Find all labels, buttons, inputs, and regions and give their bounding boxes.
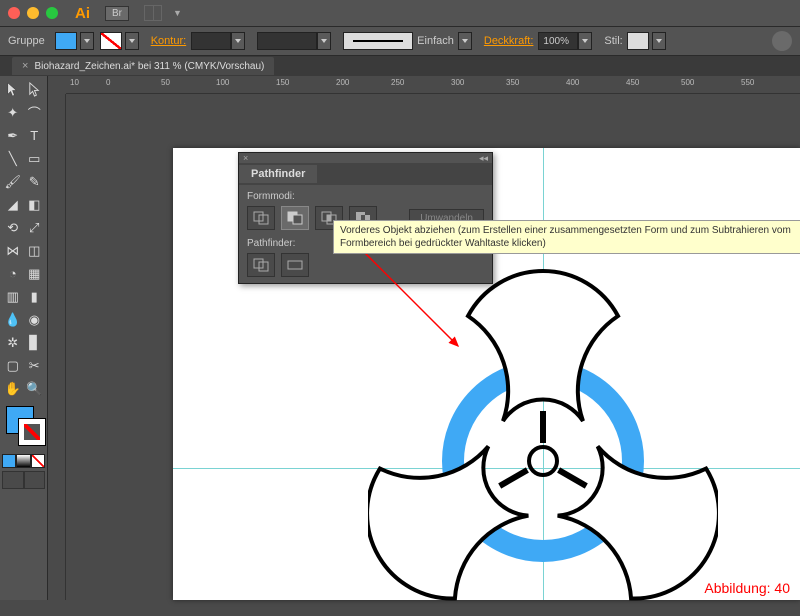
brush-dropdown[interactable] [317, 32, 331, 50]
stroke-dropdown[interactable] [125, 32, 139, 50]
document-tab-bar: × Biohazard_Zeichen.ai* bei 311 % (CMYK/… [0, 56, 800, 76]
opacity-input[interactable] [538, 32, 578, 50]
pen-tool[interactable]: ✒ [2, 124, 24, 147]
color-mode-solid[interactable] [2, 454, 16, 468]
unite-button[interactable] [247, 206, 275, 230]
screen-mode-dropdown[interactable] [24, 471, 46, 489]
dropdown-caret-icon[interactable]: ▼ [173, 8, 182, 18]
perspective-tool[interactable]: ▦ [24, 262, 46, 285]
opacity-dropdown[interactable] [578, 32, 592, 50]
panel-collapse-icon[interactable]: ◂◂ [479, 153, 488, 163]
rotate-tool[interactable]: ⟲ [2, 216, 24, 239]
stroke-style-preview[interactable] [343, 32, 413, 50]
panel-close-icon[interactable]: × [243, 153, 248, 163]
stroke-style-label: Einfach [417, 35, 454, 47]
screen-mode-normal[interactable] [2, 471, 24, 489]
direct-selection-tool[interactable] [24, 78, 46, 101]
gradient-tool[interactable]: ▮ [24, 285, 46, 308]
eyedropper-tool[interactable]: 💧 [2, 308, 24, 331]
magic-wand-tool[interactable]: ✦ [2, 101, 24, 124]
slice-tool[interactable]: ✂ [24, 354, 46, 377]
tools-panel: ✦⌒ ✒T ╲▭ 🖌✎ ◢◧ ⟲⤢ ⋈◫ ◔▦ ▥▮ 💧◉ ✲▊ ▢✂ ✋🔍 [0, 76, 48, 600]
maximize-window-button[interactable] [46, 7, 58, 19]
vertical-ruler[interactable] [48, 94, 66, 600]
opacity-label[interactable]: Deckkraft: [484, 35, 534, 47]
horizontal-ruler[interactable]: 10 0 50 100 150 200 250 300 350 400 450 … [66, 76, 800, 94]
zoom-tool[interactable]: 🔍 [24, 377, 46, 400]
stroke-swatch[interactable] [100, 32, 122, 50]
color-mode-none[interactable] [31, 454, 45, 468]
style-label: Stil: [604, 35, 622, 47]
lasso-tool[interactable]: ⌒ [24, 101, 46, 124]
selection-type-label: Gruppe [8, 35, 45, 47]
rectangle-tool[interactable]: ▭ [24, 147, 46, 170]
shape-builder-tool[interactable]: ◔ [2, 262, 24, 285]
graph-tool[interactable]: ▊ [24, 331, 46, 354]
style-swatch[interactable] [627, 32, 649, 50]
globe-icon[interactable] [772, 31, 792, 51]
stroke-width-dropdown[interactable] [231, 32, 245, 50]
eraser-tool[interactable]: ◧ [24, 193, 46, 216]
paintbrush-tool[interactable]: 🖌 [2, 170, 24, 193]
pencil-tool[interactable]: ✎ [24, 170, 46, 193]
tab-close-icon[interactable]: × [22, 60, 28, 72]
close-window-button[interactable] [8, 7, 20, 19]
window-titlebar: Ai Br ▼ [0, 0, 800, 26]
fill-dropdown[interactable] [80, 32, 94, 50]
annotation-arrow-icon [353, 241, 473, 361]
stroke-width-input[interactable] [191, 32, 231, 50]
fill-stroke-indicator[interactable] [2, 404, 45, 452]
artboard-tool[interactable]: ▢ [2, 354, 24, 377]
tooltip: Vorderes Objekt abziehen (zum Erstellen … [333, 220, 800, 254]
selection-tool[interactable] [2, 78, 24, 101]
brush-preview[interactable] [257, 32, 317, 50]
app-logo-icon: Ai [75, 5, 90, 22]
type-tool[interactable]: T [24, 124, 46, 147]
color-mode-gradient[interactable] [16, 454, 30, 468]
minus-front-button[interactable] [281, 206, 309, 230]
hand-tool[interactable]: ✋ [2, 377, 24, 400]
width-tool[interactable]: ⋈ [2, 239, 24, 262]
kontur-label[interactable]: Kontur: [151, 35, 186, 47]
shape-modes-label: Formmodi: [247, 191, 484, 202]
blend-tool[interactable]: ◉ [24, 308, 46, 331]
stroke-color-icon[interactable] [18, 418, 46, 446]
style-dropdown[interactable] [652, 32, 666, 50]
line-tool[interactable]: ╲ [2, 147, 24, 170]
pathfinder-tab[interactable]: Pathfinder [239, 165, 317, 183]
control-bar: Gruppe Kontur: Einfach Deckkraft: Stil: [0, 26, 800, 56]
tab-title: Biohazard_Zeichen.ai* bei 311 % (CMYK/Vo… [34, 61, 264, 72]
fill-swatch[interactable] [55, 32, 77, 50]
document-tab[interactable]: × Biohazard_Zeichen.ai* bei 311 % (CMYK/… [12, 57, 274, 75]
canvas-area: 10 0 50 100 150 200 250 300 350 400 450 … [48, 76, 800, 600]
trim-button[interactable] [281, 253, 309, 277]
layout-icon[interactable] [144, 5, 162, 21]
symbol-sprayer-tool[interactable]: ✲ [2, 331, 24, 354]
mesh-tool[interactable]: ▥ [2, 285, 24, 308]
minimize-window-button[interactable] [27, 7, 39, 19]
scale-tool[interactable]: ⤢ [24, 216, 46, 239]
stroke-style-dropdown[interactable] [458, 32, 472, 50]
bridge-button[interactable]: Br [105, 6, 129, 21]
blob-brush-tool[interactable]: ◢ [2, 193, 24, 216]
divide-button[interactable] [247, 253, 275, 277]
free-transform-tool[interactable]: ◫ [24, 239, 46, 262]
